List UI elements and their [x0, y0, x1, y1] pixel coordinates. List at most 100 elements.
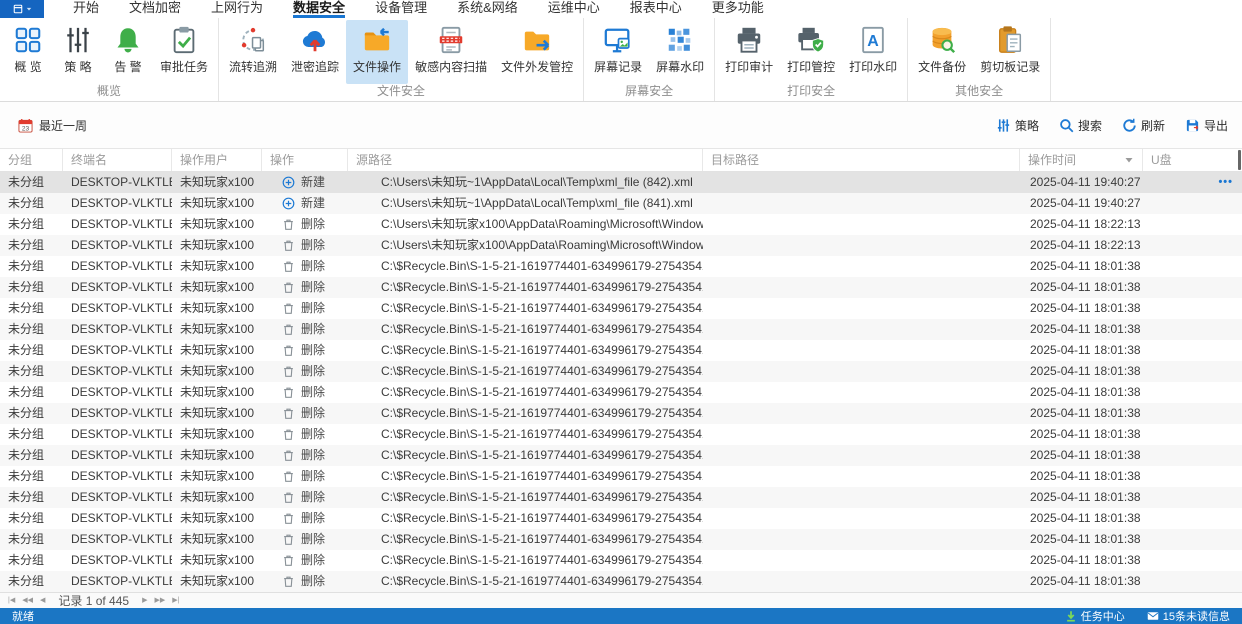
cell-time: 2025-04-11 18:01:38 [1030, 301, 1141, 315]
table-row[interactable]: 未分组 DESKTOP-VLKTLE1 未知玩家x100 新建 C:\Users\未知玩… [0, 172, 1242, 193]
ribbon-button[interactable]: 打印管控 [780, 20, 842, 84]
ribbon-button[interactable]: 屏幕水印 [649, 20, 711, 84]
table-row[interactable]: 未分组 DESKTOP-VLKTLE1 未知玩家x100 删除 C:\$Recycle.… [0, 424, 1242, 445]
menu-tab-7[interactable]: 报表中心 [615, 0, 697, 18]
scrollbar-thumb[interactable] [1238, 150, 1241, 170]
menu-tab-3[interactable]: 数据安全 [278, 0, 360, 18]
menu-tab-5[interactable]: 系统&网络 [442, 0, 533, 18]
table-row[interactable]: 未分组 DESKTOP-VLKTLE1 未知玩家x100 删除 C:\$Recycle.… [0, 487, 1242, 508]
column-header-4[interactable]: 源路径 [348, 149, 703, 171]
cell-user: 未知玩家x100 [180, 553, 255, 567]
toolbar-action-0[interactable]: 策略 [996, 117, 1039, 134]
column-header-2[interactable]: 操作用户 [172, 149, 262, 171]
ribbon-button[interactable]: 审批任务 [153, 20, 215, 84]
column-header-7[interactable]: U盘 [1143, 149, 1242, 171]
ribbon-button-label: 打印审计 [725, 59, 774, 74]
ribbon-button[interactable]: 概 览 [3, 20, 53, 84]
mail-icon [1147, 610, 1159, 622]
task-center-button[interactable]: 任务中心 [1065, 608, 1125, 624]
plus-circle-icon [282, 176, 295, 189]
trash-icon [282, 281, 295, 294]
cell-target [703, 298, 1020, 319]
ribbon-button[interactable]: 流转追溯 [222, 20, 284, 84]
table-row[interactable]: 未分组 DESKTOP-VLKTLE1 未知玩家x100 删除 C:\Users\未知玩… [0, 235, 1242, 256]
app-menu-button[interactable] [0, 0, 44, 18]
table-row[interactable]: 未分组 DESKTOP-VLKTLE1 未知玩家x100 删除 C:\$Recycle.… [0, 403, 1242, 424]
menu-tab-2[interactable]: 上网行为 [196, 0, 278, 18]
ribbon-button[interactable]: 敏感内容扫描 [408, 20, 494, 84]
cell-terminal: DESKTOP-VLKTLE1 [71, 511, 172, 525]
cell-user: 未知玩家x100 [180, 343, 255, 357]
ribbon-button[interactable]: 泄密追踪 [284, 20, 346, 84]
prev-page-button[interactable]: ◀ [40, 594, 45, 608]
table-row[interactable]: 未分组 DESKTOP-VLKTLE1 未知玩家x100 删除 C:\$Recycle.… [0, 508, 1242, 529]
ribbon-button[interactable]: 文件备份 [911, 20, 973, 84]
action-label: 新建 [301, 175, 326, 189]
vertical-scrollbar[interactable] [1237, 148, 1242, 568]
ribbon-group-2: 屏幕记录 屏幕水印 屏幕安全 [584, 18, 716, 101]
cell-user: 未知玩家x100 [180, 448, 255, 462]
cell-source: C:\Users\未知玩家x100\AppData\Roaming\Micros… [381, 217, 703, 231]
table-row[interactable]: 未分组 DESKTOP-VLKTLE1 未知玩家x100 删除 C:\$Recycle.… [0, 571, 1242, 592]
cell-action: 删除 [262, 487, 348, 508]
ribbon-button[interactable]: 文件操作 [346, 19, 409, 84]
main-menu: 开始 文档加密 上网行为 数据安全 设备管理 系统&网络 运维中心 报表中心 更多功能 [44, 0, 779, 18]
ribbon-button-label: 文件外发管控 [501, 59, 574, 74]
table-row[interactable]: 未分组 DESKTOP-VLKTLE1 未知玩家x100 删除 C:\$Recycle.… [0, 298, 1242, 319]
toolbar-action-3[interactable]: 导出 [1185, 117, 1228, 134]
table-row[interactable]: 未分组 DESKTOP-VLKTLE1 未知玩家x100 删除 C:\$Recycle.… [0, 550, 1242, 571]
column-header-1[interactable]: 终端名 [63, 149, 172, 171]
table-row[interactable]: 未分组 DESKTOP-VLKTLE1 未知玩家x100 删除 C:\$Recycle.… [0, 361, 1242, 382]
cell-action: 删除 [262, 466, 348, 487]
toolbar-action-1[interactable]: 搜索 [1059, 117, 1102, 134]
table-row[interactable]: 未分组 DESKTOP-VLKTLE1 未知玩家x100 删除 C:\$Recycle.… [0, 256, 1242, 277]
cell-target [703, 172, 1020, 193]
table-row[interactable]: 未分组 DESKTOP-VLKTLE1 未知玩家x100 删除 C:\$Recycle.… [0, 466, 1242, 487]
cell-terminal: DESKTOP-VLKTLE1 [71, 217, 172, 231]
column-header-6[interactable]: 操作时间 [1020, 149, 1143, 171]
row-actions-button[interactable]: ••• [1218, 172, 1233, 193]
table-row[interactable]: 未分组 DESKTOP-VLKTLE1 未知玩家x100 新建 C:\Users\未知玩… [0, 193, 1242, 214]
date-range-filter[interactable]: 23 最近一周 [18, 117, 87, 134]
fast-prev-button[interactable]: ◀◀ [22, 594, 33, 608]
table-row[interactable]: 未分组 DESKTOP-VLKTLE1 未知玩家x100 删除 C:\$Recycle.… [0, 277, 1242, 298]
ribbon-button[interactable]: 策 略 [53, 20, 103, 84]
ribbon-button[interactable]: 屏幕记录 [587, 20, 649, 84]
menu-tab-label: 系统&网络 [457, 0, 518, 15]
table-row[interactable]: 未分组 DESKTOP-VLKTLE1 未知玩家x100 删除 C:\$Recycle.… [0, 319, 1242, 340]
column-header-0[interactable]: 分组 [0, 149, 63, 171]
table-row[interactable]: 未分组 DESKTOP-VLKTLE1 未知玩家x100 删除 C:\Users\未知玩… [0, 214, 1242, 235]
table-row[interactable]: 未分组 DESKTOP-VLKTLE1 未知玩家x100 删除 C:\$Recycle.… [0, 445, 1242, 466]
unread-messages-button[interactable]: 15条未读信息 [1147, 608, 1230, 624]
table-row[interactable]: 未分组 DESKTOP-VLKTLE1 未知玩家x100 删除 C:\$Recycle.… [0, 529, 1242, 550]
column-header-3[interactable]: 操作 [262, 149, 348, 171]
column-header-5[interactable]: 目标路径 [703, 149, 1020, 171]
ribbon-button[interactable]: 告 警 [103, 20, 153, 84]
next-page-button[interactable]: ▶ [142, 594, 147, 608]
toolbar-action-2[interactable]: 刷新 [1122, 117, 1165, 134]
first-page-button[interactable]: |◀ [8, 594, 15, 608]
table-row[interactable]: 未分组 DESKTOP-VLKTLE1 未知玩家x100 删除 C:\$Recycle.… [0, 340, 1242, 361]
last-page-button[interactable]: ▶| [172, 594, 179, 608]
menu-tab-4[interactable]: 设备管理 [360, 0, 442, 18]
ribbon-button[interactable]: 打印审计 [718, 20, 780, 84]
menu-tab-8[interactable]: 更多功能 [697, 0, 779, 18]
cell-source: C:\$Recycle.Bin\S-1-5-21-1619774401-6349… [381, 301, 703, 315]
table-row[interactable]: 未分组 DESKTOP-VLKTLE1 未知玩家x100 删除 C:\$Recycle.… [0, 382, 1242, 403]
cell-source: C:\$Recycle.Bin\S-1-5-21-1619774401-6349… [381, 574, 703, 588]
status-ready-label: 就绪 [12, 611, 34, 623]
cell-group: 未分组 [8, 364, 45, 378]
cell-target [703, 529, 1020, 550]
ribbon-button[interactable]: A 打印水印 [842, 20, 904, 84]
cell-target [703, 256, 1020, 277]
cell-terminal: DESKTOP-VLKTLE1 [71, 175, 172, 189]
trash-icon [282, 386, 295, 399]
cell-usb [1143, 235, 1242, 256]
menu-tab-1[interactable]: 文档加密 [114, 0, 196, 18]
ribbon-button[interactable]: 剪切板记录 [973, 20, 1047, 84]
ribbon-button[interactable]: 文件外发管控 [494, 20, 580, 84]
menu-tab-6[interactable]: 运维中心 [533, 0, 615, 18]
fast-next-button[interactable]: ▶▶ [154, 594, 165, 608]
toolbar-action-label: 导出 [1203, 118, 1228, 133]
menu-tab-0[interactable]: 开始 [58, 0, 114, 18]
